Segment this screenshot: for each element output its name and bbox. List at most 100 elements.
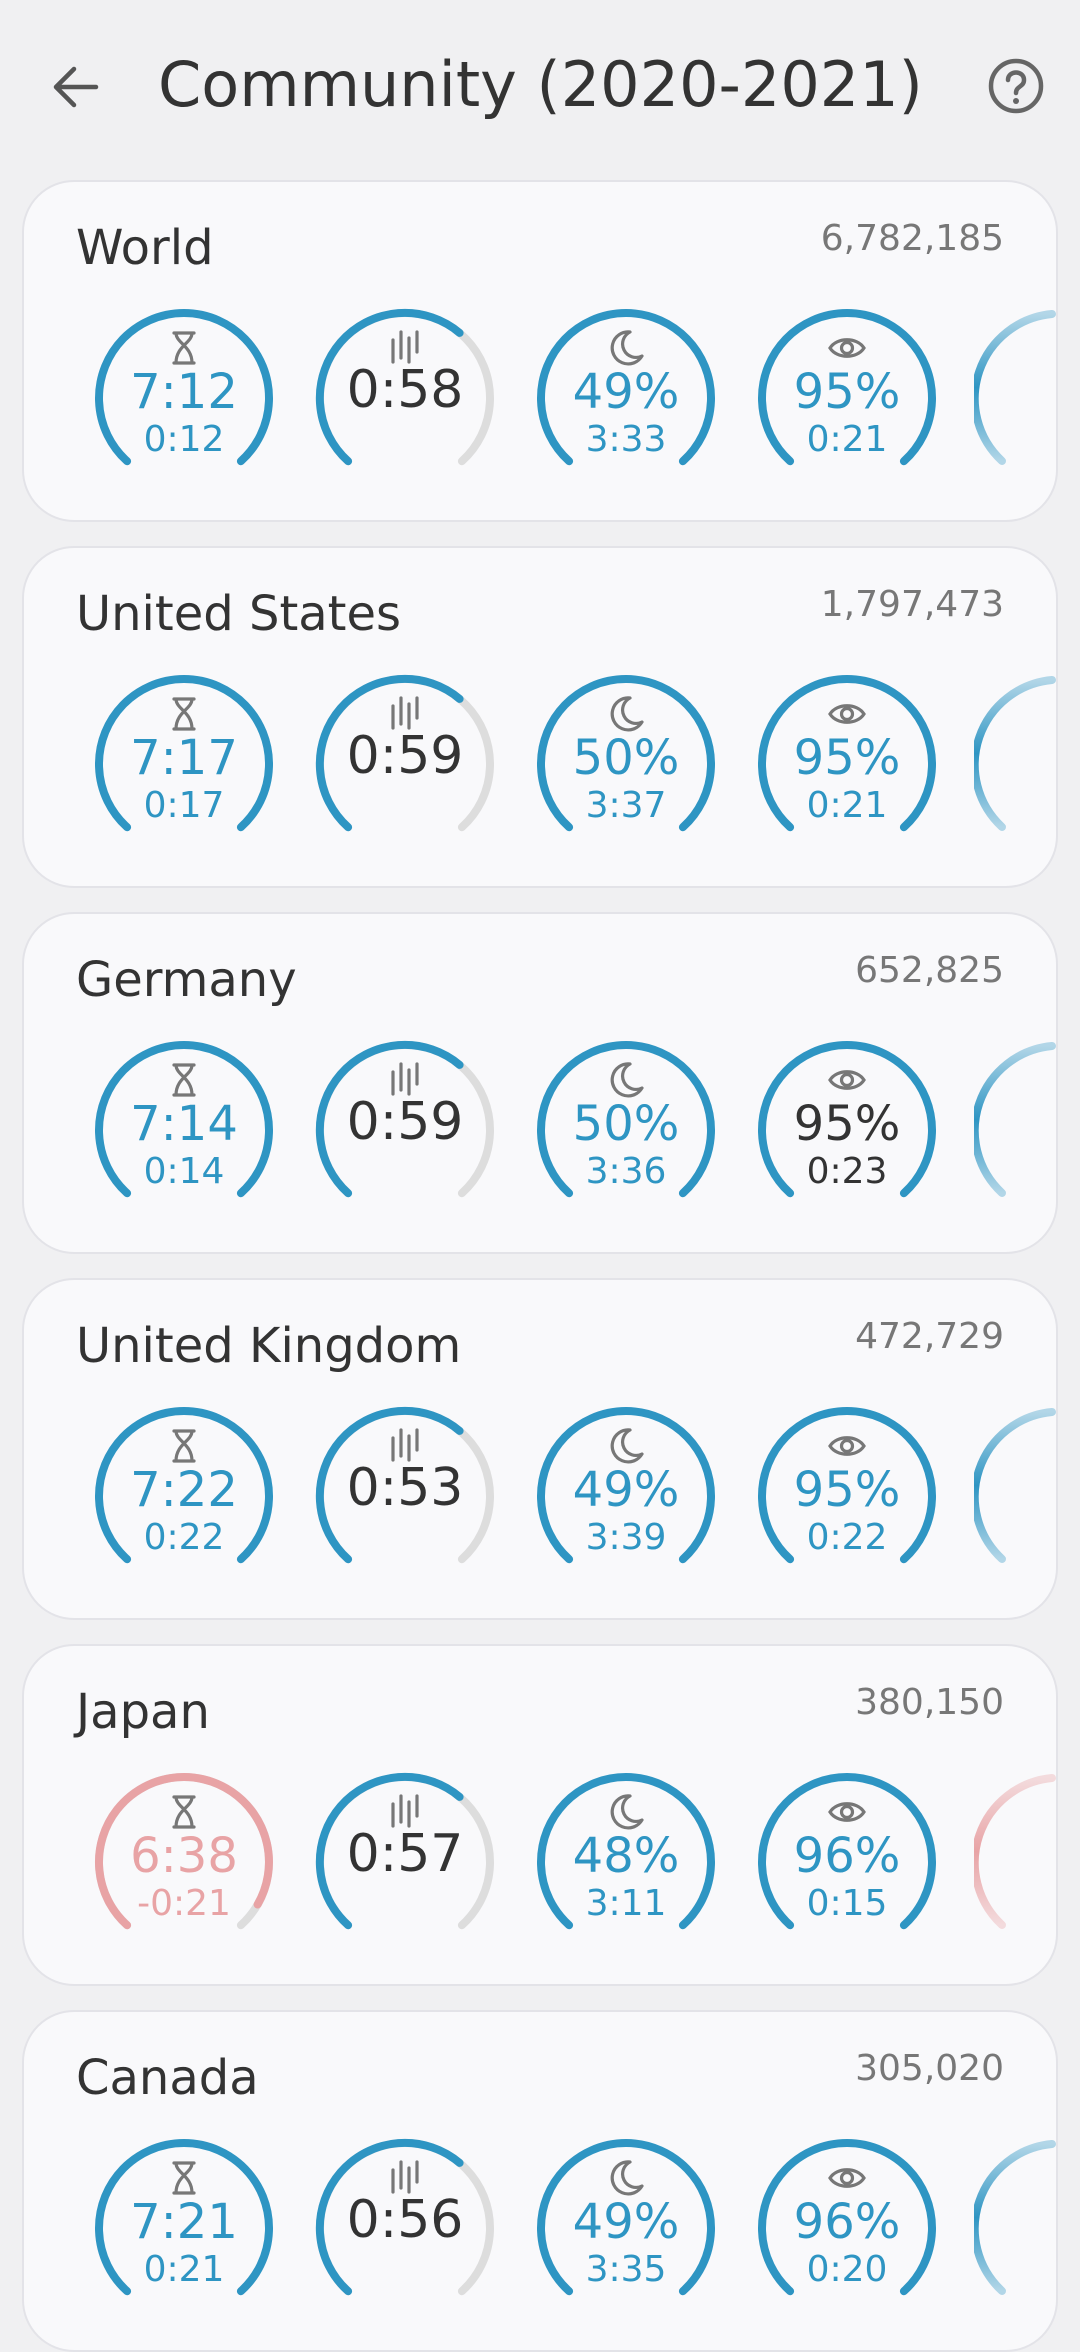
participant-count: 380,150 [855,1682,1004,1723]
sleep-time-value: 7:21 [130,2194,238,2250]
sleep-time-diff: 0:14 [143,1151,225,1192]
eye-icon [827,1792,867,1832]
moon-icon [606,1792,646,1832]
awake-percent: 96% [793,2194,901,2250]
awake-gauge: 95% 0:21 [755,306,939,484]
awake-time: 0:23 [806,1151,888,1192]
deep-sleep-gauge: 50% 3:36 [534,1038,718,1216]
country-name: Germany [76,952,297,1008]
country-card[interactable]: Germany 652,825 7:14 0:14 0:59 50% 3:36 … [22,912,1058,1254]
awake-percent: 95% [793,364,901,420]
sleep-time-value: 7:12 [130,364,238,420]
eye-icon [827,1426,867,1466]
participant-count: 305,020 [855,2048,1004,2089]
sleep-time-diff: 0:12 [143,419,225,460]
hourglass-icon [164,1060,204,1100]
gauge-row: 7:17 0:17 0:59 50% 3:37 95% 0:21 [24,672,1056,872]
sleep-time-gauge: 7:21 0:21 [92,2136,276,2314]
deep-sleep-gauge: 49% 3:35 [534,2136,718,2314]
country-card[interactable]: Canada 305,020 7:21 0:21 0:56 49% 3:35 9… [22,2010,1058,2352]
partial-gauge [970,1404,1056,1582]
country-name: Canada [76,2050,259,2106]
participant-count: 472,729 [855,1316,1004,1357]
country-card[interactable]: World 6,782,185 7:12 0:12 0:58 49% 3:33 … [22,180,1058,522]
deep-sleep-percent: 48% [572,1828,680,1884]
help-button[interactable] [986,56,1046,116]
awake-gauge: 95% 0:23 [755,1038,939,1216]
deep-sleep-time: 3:11 [585,1883,667,1924]
moon-icon [606,1060,646,1100]
gauge-row: 7:22 0:22 0:53 49% 3:39 95% 0:22 [24,1404,1056,1604]
partial-gauge [970,1770,1056,1948]
variation-value: 0:59 [346,726,464,786]
sleep-time-gauge: 7:17 0:17 [92,672,276,850]
deep-sleep-gauge: 49% 3:33 [534,306,718,484]
eye-icon [827,694,867,734]
sleep-time-value: 7:22 [130,1462,238,1518]
partial-gauge [970,306,1056,484]
gauge-row: 6:38 -0:21 0:57 48% 3:11 96% 0:15 [24,1770,1056,1970]
deep-sleep-percent: 49% [572,364,680,420]
hourglass-icon [164,694,204,734]
variation-value: 0:53 [346,1458,464,1518]
country-card[interactable]: Japan 380,150 6:38 -0:21 0:57 48% 3:11 9… [22,1644,1058,1986]
moon-icon [606,328,646,368]
variation-value: 0:56 [346,2190,464,2250]
variation-gauge: 0:53 [313,1404,497,1582]
country-name: United Kingdom [76,1318,462,1374]
awake-gauge: 96% 0:20 [755,2136,939,2314]
deep-sleep-gauge: 50% 3:37 [534,672,718,850]
variation-gauge: 0:56 [313,2136,497,2314]
variation-gauge: 0:57 [313,1770,497,1948]
sleep-time-gauge: 7:12 0:12 [92,306,276,484]
sleep-time-value: 7:14 [130,1096,238,1152]
deep-sleep-time: 3:35 [585,2249,667,2290]
awake-percent: 95% [793,1096,901,1152]
participant-count: 6,782,185 [820,218,1004,259]
deep-sleep-gauge: 49% 3:39 [534,1404,718,1582]
country-name: World [76,220,214,276]
page-title: Community (2020-2021) [158,48,923,121]
country-card[interactable]: United States 1,797,473 7:17 0:17 0:59 5… [22,546,1058,888]
awake-gauge: 95% 0:22 [755,1404,939,1582]
variation-gauge: 0:59 [313,1038,497,1216]
participant-count: 1,797,473 [820,584,1004,625]
deep-sleep-time: 3:39 [585,1517,667,1558]
hourglass-icon [164,328,204,368]
awake-gauge: 96% 0:15 [755,1770,939,1948]
country-name: United States [76,586,402,642]
variation-value: 0:59 [346,1092,464,1152]
moon-icon [606,2158,646,2198]
sleep-time-value: 7:17 [130,730,238,786]
variation-value: 0:58 [346,360,464,420]
sleep-time-gauge: 6:38 -0:21 [92,1770,276,1948]
sleep-time-gauge: 7:22 0:22 [92,1404,276,1582]
awake-gauge: 95% 0:21 [755,672,939,850]
partial-gauge [970,672,1056,850]
moon-icon [606,1426,646,1466]
deep-sleep-time: 3:37 [585,785,667,826]
eye-icon [827,328,867,368]
variation-gauge: 0:59 [313,672,497,850]
awake-percent: 96% [793,1828,901,1884]
back-button[interactable] [40,52,110,122]
deep-sleep-percent: 49% [572,2194,680,2250]
sleep-time-diff: 0:21 [143,2249,225,2290]
country-card[interactable]: United Kingdom 472,729 7:22 0:22 0:53 49… [22,1278,1058,1620]
arrow-left-icon [53,66,99,108]
partial-gauge [970,2136,1056,2314]
sleep-time-gauge: 7:14 0:14 [92,1038,276,1216]
eye-icon [827,1060,867,1100]
sleep-time-value: 6:38 [130,1828,238,1884]
awake-time: 0:22 [806,1517,888,1558]
deep-sleep-gauge: 48% 3:11 [534,1770,718,1948]
variation-value: 0:57 [346,1824,464,1884]
deep-sleep-time: 3:33 [585,419,667,460]
variation-gauge: 0:58 [313,306,497,484]
gauge-row: 7:14 0:14 0:59 50% 3:36 95% 0:23 [24,1038,1056,1238]
hourglass-icon [164,1792,204,1832]
sleep-time-diff: 0:17 [143,785,225,826]
app-bar: Community (2020-2021) [0,0,1080,176]
gauge-row: 7:12 0:12 0:58 49% 3:33 95% 0:21 [24,306,1056,506]
eye-icon [827,2158,867,2198]
